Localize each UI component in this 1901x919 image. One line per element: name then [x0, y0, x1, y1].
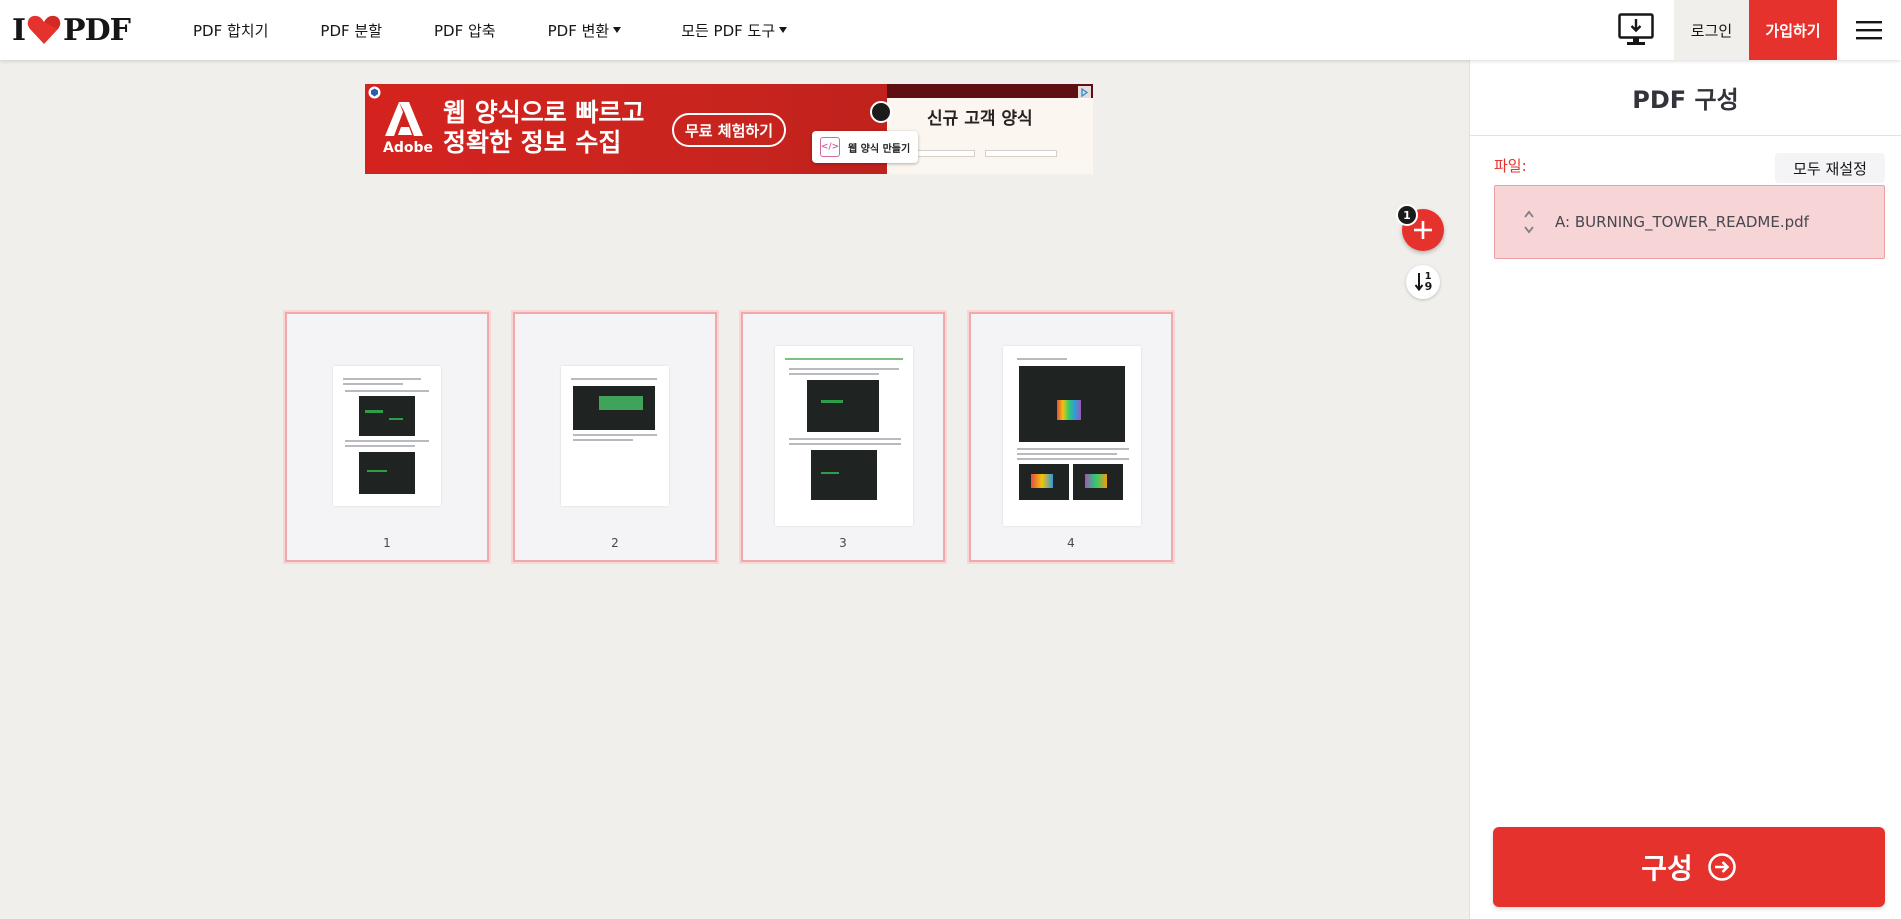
ad-chip-label: 웹 양식 만들기 [848, 143, 911, 155]
ad-panel-header [887, 84, 1093, 98]
submit-label: 구성 [1641, 852, 1693, 885]
thumb-text-line [571, 378, 657, 380]
thumb-screenshot [1073, 464, 1123, 500]
page-card[interactable]: 1 [283, 310, 491, 564]
nav-convert-label: PDF 변환 [547, 21, 610, 40]
ad-dark-dot-icon [870, 101, 892, 123]
logo-letter-i: I [12, 12, 26, 48]
main-nav: PDF 합치기 PDF 분할 PDF 압축 PDF 변환 모든 PDF 도구 [193, 0, 839, 60]
files-label: 파일: [1494, 157, 1527, 175]
hamburger-icon [1856, 21, 1882, 40]
header-actions: 로그인 가입하기 [1598, 0, 1901, 60]
nav-all-tools-label: 모든 PDF 도구 [681, 21, 776, 40]
thumb-text-line [1017, 458, 1129, 460]
ad-form-field [911, 150, 975, 157]
file-name: A: BURNING_TOWER_README.pdf [1555, 213, 1809, 231]
adobe-a-icon [385, 102, 423, 136]
ad-free-trial-button[interactable]: 무료 체험하기 [672, 113, 786, 147]
thumb-text-line [789, 373, 879, 375]
desktop-download-icon [1618, 13, 1654, 45]
thumb-screenshot [807, 380, 879, 432]
hamburger-menu-button[interactable] [1837, 0, 1901, 60]
page-thumbnail [333, 366, 441, 506]
nav-convert-pdf[interactable]: PDF 변환 [548, 20, 622, 41]
thumb-screenshot [359, 396, 415, 436]
nav-split-label: PDF 분할 [320, 21, 382, 40]
thumb-text-line [345, 390, 429, 392]
thumb-screenshot [811, 450, 877, 500]
thumb-text-line [789, 443, 901, 445]
page-thumbnail [1003, 346, 1141, 526]
thumb-screenshot [1019, 366, 1125, 442]
drag-handle-icon[interactable] [1519, 209, 1539, 235]
page-number: 3 [839, 536, 847, 550]
organize-submit-button[interactable]: 구성 [1493, 827, 1885, 907]
ilovepdf-logo[interactable]: I PDF [12, 12, 131, 48]
page-thumbnail [561, 366, 669, 506]
ad-panel-title: 신규 고객 양식 [927, 109, 1033, 129]
thumb-text-line [1017, 358, 1067, 360]
top-header: I PDF PDF 합치기 PDF 분할 PDF 압축 PDF 변환 모든 PD… [0, 0, 1901, 60]
nav-all-tools[interactable]: 모든 PDF 도구 [681, 20, 788, 41]
signup-button[interactable]: 가입하기 [1749, 0, 1837, 60]
ad-form-field [985, 150, 1057, 157]
thumb-screenshot [359, 452, 415, 494]
reset-all-button[interactable]: 모두 재설정 [1775, 153, 1885, 183]
file-count-badge: 1 [1396, 204, 1418, 226]
page-card[interactable]: 4 [967, 310, 1175, 564]
thumb-text-line [785, 358, 903, 360]
page-thumbnail [775, 346, 913, 526]
nav-merge-pdf[interactable]: PDF 합치기 [193, 20, 268, 41]
caret-down-icon [779, 27, 788, 33]
caret-down-icon [613, 27, 622, 33]
page-card[interactable]: 2 [511, 310, 719, 564]
thumb-screenshot [573, 386, 655, 430]
arrow-circle-right-icon [1707, 853, 1736, 881]
ad-headline-line2: 정확한 정보 수집 [443, 128, 622, 157]
thumb-screenshot [1019, 464, 1069, 500]
ad-form-preview: 신규 고객 양식 [887, 84, 1093, 174]
sort-digits: 1 9 [1424, 272, 1433, 293]
ad-create-form-chip[interactable]: </> 웹 양식 만들기 [812, 131, 918, 163]
ad-info-icon[interactable] [368, 86, 381, 99]
page-number: 2 [611, 536, 619, 550]
page-card[interactable]: 3 [739, 310, 947, 564]
thumb-text-line [345, 440, 429, 442]
page-number: 4 [1067, 536, 1075, 550]
thumb-text-line [573, 434, 657, 436]
page-number: 1 [383, 536, 391, 550]
sort-pages-button[interactable]: 1 9 [1406, 265, 1440, 299]
thumb-text-line [573, 439, 633, 441]
advertisement-banner[interactable]: Adobe 웹 양식으로 빠르고 정확한 정보 수집 무료 체험하기 신규 고객… [365, 84, 1093, 174]
file-list-item[interactable]: A: BURNING_TOWER_README.pdf [1494, 185, 1885, 259]
sort-digit-bottom: 9 [1424, 280, 1433, 293]
sidebar-title: PDF 구성 [1470, 60, 1901, 136]
logo-word-pdf: PDF [63, 12, 131, 48]
desktop-app-button[interactable] [1598, 0, 1674, 60]
code-icon: </> [820, 137, 840, 157]
ad-headline-line1: 웹 양식으로 빠르고 [443, 98, 645, 127]
organize-sidebar: PDF 구성 파일: 모두 재설정 A: BURNING_TOWER_READM… [1469, 60, 1901, 919]
thumb-text-line [345, 445, 415, 447]
nav-split-pdf[interactable]: PDF 분할 [320, 20, 382, 41]
heart-icon [27, 15, 61, 45]
ad-headline: 웹 양식으로 빠르고 정확한 정보 수집 [443, 98, 644, 158]
nav-compress-label: PDF 압축 [434, 21, 496, 40]
thumb-text-line [1017, 453, 1117, 455]
nav-merge-label: PDF 합치기 [193, 21, 269, 40]
thumb-text-line [789, 368, 899, 370]
thumb-text-line [343, 378, 421, 380]
adobe-brand-text: Adobe [383, 140, 433, 156]
adobe-logo: Adobe [383, 102, 433, 162]
plus-icon [1414, 221, 1432, 239]
thumb-text-line [1017, 448, 1129, 450]
page-grid: 1 2 3 4 [283, 310, 1197, 564]
thumb-text-line [789, 438, 901, 440]
sort-arrow-down-icon [1414, 273, 1423, 292]
thumb-text-line [343, 383, 403, 385]
adchoices-icon[interactable] [1078, 86, 1091, 99]
login-button[interactable]: 로그인 [1674, 0, 1749, 60]
nav-compress-pdf[interactable]: PDF 압축 [434, 20, 496, 41]
